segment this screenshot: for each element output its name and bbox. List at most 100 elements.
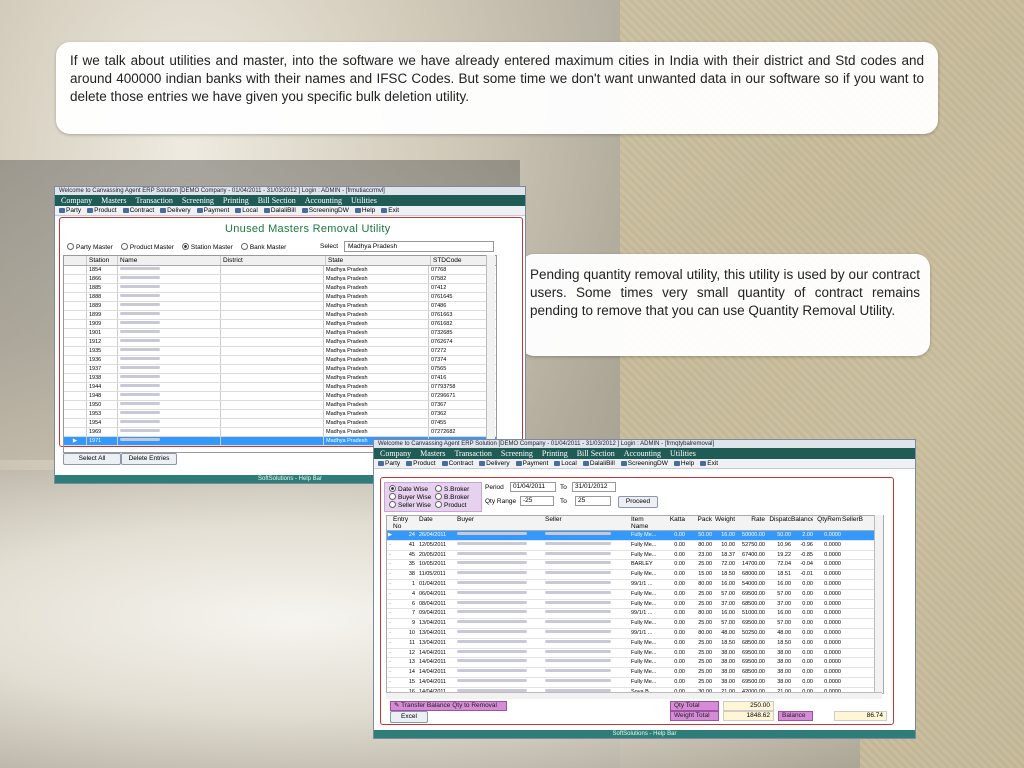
column-header[interactable]: Item Name xyxy=(631,516,661,530)
column-header[interactable]: Entry No xyxy=(393,516,417,530)
toolbar-button[interactable]: Contract xyxy=(122,206,154,215)
menu-item[interactable]: Accounting xyxy=(624,448,661,459)
excel-button[interactable]: Excel xyxy=(390,711,428,723)
menu-item[interactable]: Printing xyxy=(542,448,568,459)
table-row[interactable]: 1885 Madhya Pradesh 07412 xyxy=(64,284,496,293)
master-radio[interactable]: Product Master xyxy=(120,243,174,251)
menu-item[interactable]: Transaction xyxy=(135,195,172,206)
period-to-input[interactable]: 31/01/2012 xyxy=(572,482,616,492)
menu-item[interactable]: Transaction xyxy=(454,448,491,459)
table-row[interactable]: · 12 14/04/2011 Fully Me... 0.00 25.00 38.00 69… xyxy=(387,649,883,659)
table-row[interactable]: 1969 Madhya Pradesh 07272682 xyxy=(64,428,496,437)
toolbar-button[interactable]: Contract xyxy=(441,459,473,468)
grouping-radio[interactable]: Date Wise xyxy=(389,485,428,493)
table-row[interactable]: 1937 Madhya Pradesh 07565 xyxy=(64,365,496,374)
table-row[interactable]: · 14 14/04/2011 Fully Me... 0.00 25.00 38.00 68… xyxy=(387,668,883,678)
table-row[interactable]: 1938 Madhya Pradesh 07416 xyxy=(64,374,496,383)
column-header[interactable]: QtyRem xyxy=(813,516,841,530)
toolbar-button[interactable]: Delivery xyxy=(160,206,191,215)
menu-item[interactable]: Bill Section xyxy=(258,195,296,206)
table-row[interactable]: · 10 13/04/2011 99/1/1 ... 0.00 80.00 48.00 502… xyxy=(387,629,883,639)
table-row[interactable]: 1854 Madhya Pradesh 07768 xyxy=(64,266,496,275)
menu-item[interactable]: Bill Section xyxy=(577,448,615,459)
master-radio[interactable]: Station Master xyxy=(181,243,233,251)
toolbar-button[interactable]: Local xyxy=(554,459,577,468)
menu-item[interactable]: Screening xyxy=(182,195,214,206)
menu-item[interactable]: Company xyxy=(61,195,92,206)
menu-item[interactable]: Accounting xyxy=(305,195,342,206)
toolbar-button[interactable]: Product xyxy=(87,206,117,215)
toolbar-button[interactable]: Payment xyxy=(515,459,548,468)
menu-item[interactable]: Masters xyxy=(420,448,445,459)
column-header[interactable]: Pack xyxy=(688,516,715,530)
master-radio[interactable]: Party Master xyxy=(67,243,113,251)
column-header[interactable]: District xyxy=(221,256,326,265)
column-header[interactable]: Dispatc xyxy=(765,516,791,530)
table-row[interactable]: 1950 Madhya Pradesh 07367 xyxy=(64,401,496,410)
menu-item[interactable]: Screening xyxy=(501,448,533,459)
master-radio[interactable]: Bank Master xyxy=(240,243,286,251)
column-header[interactable]: STDCode xyxy=(431,256,493,265)
toolbar-button[interactable]: Help xyxy=(673,459,694,468)
column-header[interactable]: Weight xyxy=(715,516,735,530)
qty-from-input[interactable]: -25 xyxy=(520,496,554,506)
menu-item[interactable]: Utilities xyxy=(351,195,377,206)
table-row[interactable]: 1944 Madhya Pradesh 07793758 xyxy=(64,383,496,392)
column-header[interactable]: State xyxy=(326,256,431,265)
toolbar-button[interactable]: ScreeningDW xyxy=(301,206,349,215)
column-header[interactable]: Rate xyxy=(735,516,765,530)
toolbar-button[interactable]: Party xyxy=(378,459,400,468)
horizontal-scrollbar[interactable] xyxy=(386,692,882,699)
table-row[interactable]: 1888 Madhya Pradesh 0761645 xyxy=(64,293,496,302)
table-row[interactable]: · 7 09/04/2011 99/1/1 ... 0.00 80.00 16.00 5100… xyxy=(387,609,883,620)
menu-item[interactable]: Printing xyxy=(223,195,249,206)
column-header[interactable]: Station xyxy=(87,256,118,265)
column-header[interactable]: Date xyxy=(417,516,457,530)
grouping-radio[interactable]: Product xyxy=(435,501,466,509)
grouping-radio[interactable]: Seller Wise xyxy=(389,501,431,509)
toolbar-button[interactable]: Party xyxy=(59,206,81,215)
table-row[interactable]: 1866 Madhya Pradesh 07582 xyxy=(64,275,496,284)
toolbar-button[interactable]: Exit xyxy=(700,459,718,468)
select-all-button[interactable]: Select All xyxy=(63,453,121,465)
table-row[interactable]: · 4 06/04/2011 Fully Me... 0.00 25.00 57.00 695… xyxy=(387,590,883,600)
menu-item[interactable]: Company xyxy=(380,448,411,459)
column-header[interactable]: Buyer xyxy=(457,516,545,530)
table-row[interactable]: 1909 Madhya Pradesh 0761682 xyxy=(64,320,496,329)
column-header[interactable]: Katta xyxy=(661,516,688,530)
toolbar-button[interactable]: Product xyxy=(406,459,436,468)
vertical-scrollbar[interactable] xyxy=(874,515,883,692)
toolbar-button[interactable]: Delivery xyxy=(479,459,510,468)
qty-to-input[interactable]: 25 xyxy=(575,496,611,506)
menu-item[interactable]: Utilities xyxy=(670,448,696,459)
grouping-radio[interactable]: S.Broker xyxy=(435,485,469,493)
vertical-scrollbar[interactable] xyxy=(486,255,495,451)
table-row[interactable]: 1899 Madhya Pradesh 0761663 xyxy=(64,311,496,320)
period-from-input[interactable]: 01/04/2011 xyxy=(510,482,556,492)
table-row[interactable]: · 45 20/05/2011 Fully Me... 0.00 23.00 18.37 67… xyxy=(387,551,883,561)
delete-entries-button[interactable]: Delete Entries xyxy=(121,453,177,465)
toolbar-button[interactable]: DalaliBill xyxy=(582,459,615,468)
table-row[interactable]: 1889 Madhya Pradesh 07486 xyxy=(64,302,496,311)
table-row[interactable]: 1954 Madhya Pradesh 07455 xyxy=(64,419,496,428)
table-row[interactable]: 1936 Madhya Pradesh 07374 xyxy=(64,356,496,365)
toolbar-button[interactable]: Exit xyxy=(381,206,399,215)
column-header[interactable]: Name xyxy=(118,256,221,265)
table-row[interactable]: · 35 10/05/2011 BARLEY 0.00 25.00 72.00 14700.0… xyxy=(387,560,883,571)
toolbar-button[interactable]: ScreeningDW xyxy=(620,459,668,468)
grouping-radio[interactable]: B.Broker xyxy=(435,493,469,501)
toolbar-button[interactable]: Payment xyxy=(196,206,229,215)
toolbar-button[interactable]: Local xyxy=(235,206,258,215)
table-row[interactable]: 1912 Madhya Pradesh 0762674 xyxy=(64,338,496,347)
table-row[interactable]: 1935 Madhya Pradesh 07272 xyxy=(64,347,496,356)
table-row[interactable]: · 15 14/04/2011 Fully Me... 0.00 25.00 38.00 69… xyxy=(387,678,883,688)
table-row[interactable]: · 41 12/05/2011 Fully Me... 0.00 80.00 10.00 52… xyxy=(387,541,883,551)
table-row[interactable]: · 11 13/04/2011 Fully Me... 0.00 25.00 18.50 68… xyxy=(387,639,883,649)
table-row[interactable]: · 9 13/04/2011 Fully Me... 0.00 25.00 57.00 695… xyxy=(387,619,883,629)
column-header[interactable]: Seller xyxy=(545,516,631,530)
table-row[interactable]: · 13 14/04/2011 Fully Me... 0.00 25.00 38.00 69… xyxy=(387,658,883,669)
toolbar-button[interactable]: Help xyxy=(354,206,375,215)
table-row[interactable]: 1948 Madhya Pradesh 07296671 xyxy=(64,392,496,401)
column-header[interactable]: Balance xyxy=(791,516,813,530)
menu-item[interactable]: Masters xyxy=(101,195,126,206)
